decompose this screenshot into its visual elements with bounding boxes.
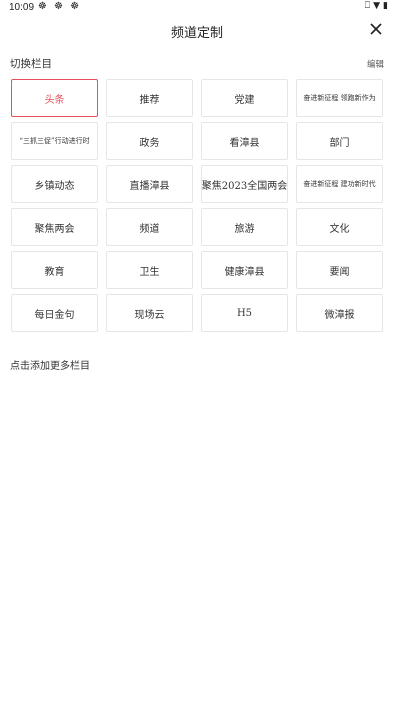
channel-tile[interactable]: 看漳县 <box>201 122 288 160</box>
channel-label: 推荐 <box>139 94 160 106</box>
channel-label: 看漳县 <box>229 137 260 149</box>
channel-label: 党建 <box>234 94 255 106</box>
channel-tile[interactable]: 每日金句 <box>11 294 98 332</box>
channel-label: H5 <box>236 307 253 319</box>
channel-tile[interactable]: 乡镇动态 <box>11 165 98 203</box>
channel-tile[interactable]: 头条 <box>11 79 98 117</box>
battery-icon: ▮ <box>383 1 388 11</box>
channel-label: 文化 <box>329 223 350 235</box>
edit-button[interactable]: 编辑 <box>367 58 384 70</box>
channel-tile[interactable]: 卫生 <box>106 251 193 289</box>
channel-tile[interactable]: 教育 <box>11 251 98 289</box>
channel-tile[interactable]: 现场云 <box>106 294 193 332</box>
channel-tile[interactable]: 旅游 <box>201 208 288 246</box>
status-bar: 10:09 ☸ ☸ ☸ ⎕ ▼ ▮ <box>0 0 394 16</box>
channel-tile[interactable]: H5 <box>201 294 288 332</box>
channel-grid: 头条 推荐 党建 奋进新征程 领跑新作为 “三抓三促”行动进行时 政务 看漳县 部门乡镇动态 直… <box>11 79 384 332</box>
vibrate-icon: ⎕ <box>364 1 371 11</box>
channel-tile[interactable]: 要闻 <box>296 251 383 289</box>
channel-label: 头条 <box>44 94 65 106</box>
channel-tile[interactable]: “三抓三促”行动进行时 <box>11 122 98 160</box>
add-more-channels-link[interactable]: 点击添加更多栏目 <box>10 357 90 372</box>
channel-tile[interactable]: 党建 <box>201 79 288 117</box>
channel-tile[interactable]: 健康漳县 <box>201 251 288 289</box>
channel-tile[interactable]: 直播漳县 <box>106 165 193 203</box>
notification-icons: ☸ ☸ ☸ <box>38 1 82 12</box>
channel-label: 要闻 <box>329 266 350 278</box>
channel-tile[interactable]: 奋进新征程 建功新时代 <box>296 165 383 203</box>
channel-tile[interactable]: 奋进新征程 领跑新作为 <box>296 79 383 117</box>
close-button[interactable] <box>367 20 385 38</box>
channel-tile[interactable]: 聚焦2023全国两会 <box>201 165 288 203</box>
channel-label: 政务 <box>139 137 160 149</box>
channel-label: 旅游 <box>234 223 255 235</box>
channel-tile[interactable]: 频道 <box>106 208 193 246</box>
channel-tile[interactable]: 微漳报 <box>296 294 383 332</box>
channel-label: 微漳报 <box>324 309 355 321</box>
channel-label: 部门 <box>329 137 350 149</box>
channel-label: 乡镇动态 <box>34 180 75 192</box>
section-title: 切换栏目 <box>10 58 52 70</box>
channel-label: 奋进新征程 建功新时代 <box>303 180 376 188</box>
channel-tile[interactable]: 文化 <box>296 208 383 246</box>
channel-label: 直播漳县 <box>129 180 170 192</box>
status-icons: ⎕ ▼ ▮ <box>365 1 388 11</box>
channel-label: 教育 <box>44 266 65 278</box>
channel-label: 频道 <box>139 223 160 235</box>
status-time: 10:09 <box>9 2 35 13</box>
channel-tile[interactable]: 政务 <box>106 122 193 160</box>
section-header: 切换栏目 编辑 <box>0 56 394 72</box>
channel-tile[interactable]: 聚焦两会 <box>11 208 98 246</box>
title-bar: 频道定制 <box>0 18 394 44</box>
channel-tile[interactable]: 推荐 <box>106 79 193 117</box>
wifi-icon: ▼ <box>373 1 381 11</box>
channel-label: 奋进新征程 领跑新作为 <box>303 94 376 102</box>
close-icon <box>370 23 382 35</box>
channel-label: 现场云 <box>134 309 165 321</box>
channel-label: “三抓三促”行动进行时 <box>19 137 90 145</box>
channel-label: 卫生 <box>139 266 160 278</box>
channel-label: 健康漳县 <box>224 266 265 278</box>
page-title: 频道定制 <box>170 26 223 41</box>
channel-label: 每日金句 <box>34 309 75 321</box>
channel-tile[interactable]: 部门 <box>296 122 383 160</box>
channel-label: 聚焦两会 <box>34 223 75 235</box>
channel-label: 聚焦2023全国两会 <box>201 180 288 192</box>
